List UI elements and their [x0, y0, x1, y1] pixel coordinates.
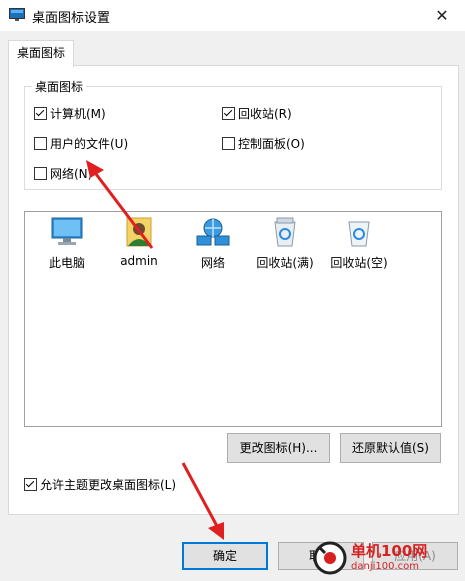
list-item-admin[interactable]: admin	[107, 216, 171, 268]
icon-list[interactable]: 此电脑 admin 网络 回收站(满) 回收站(空)	[24, 211, 442, 427]
list-item-network[interactable]: 网络	[181, 216, 245, 271]
desktop-settings-icon	[9, 8, 25, 21]
checkbox-label: 回收站(R)	[238, 106, 292, 121]
icon-label: admin	[120, 254, 158, 268]
restore-default-button[interactable]: 还原默认值(S)	[340, 433, 441, 463]
checkbox-network[interactable]: 网络(N)	[34, 164, 92, 182]
close-icon: ✕	[435, 6, 449, 25]
checkbox-box[interactable]	[222, 106, 235, 120]
checkbox-label: 用户的文件(U)	[50, 136, 129, 151]
tab-desktop-icons[interactable]: 桌面图标	[8, 40, 74, 67]
icon-label: 回收站(空)	[330, 256, 388, 270]
checkbox-box[interactable]	[222, 136, 235, 150]
ok-button[interactable]: 确定	[182, 542, 268, 570]
user-folder-icon	[126, 217, 152, 247]
checkbox-label: 计算机(M)	[50, 106, 106, 121]
tab-label: 桌面图标	[16, 46, 65, 60]
change-icon-button[interactable]: 更改图标(H)...	[227, 433, 330, 463]
icon-label: 网络	[200, 256, 225, 270]
button-label: 还原默认值(S)	[352, 441, 429, 455]
checkbox-allow-themes[interactable]: 允许主题更改桌面图标(L)	[24, 475, 176, 493]
icon-label: 回收站(满)	[256, 256, 314, 270]
checkbox-box[interactable]	[34, 166, 47, 180]
checkbox-box[interactable]	[34, 136, 47, 150]
watermark-icon	[313, 541, 347, 575]
recycle-bin-full-icon	[274, 217, 296, 247]
checkbox-box[interactable]	[24, 477, 37, 491]
checkbox-label: 允许主题更改桌面图标(L)	[40, 477, 177, 492]
checkbox-control-panel[interactable]: 控制面板(O)	[222, 134, 305, 152]
window-title: 桌面图标设置	[32, 11, 111, 26]
checkbox-recycle-bin[interactable]: 回收站(R)	[222, 104, 292, 122]
checkbox-box[interactable]	[34, 106, 47, 120]
list-item-this-pc[interactable]: 此电脑	[35, 216, 99, 271]
checkbox-label: 网络(N)	[50, 166, 93, 181]
watermark-logo: 单机100网 danji100.com	[313, 539, 463, 579]
group-label: 桌面图标	[32, 78, 87, 95]
computer-icon	[51, 217, 83, 245]
watermark-brand: 单机100网	[351, 542, 428, 560]
checkbox-label: 控制面板(O)	[238, 136, 305, 151]
network-icon	[196, 218, 230, 246]
watermark-url: danji100.com	[351, 561, 419, 572]
close-button[interactable]: ✕	[419, 0, 465, 31]
list-item-recycle-empty[interactable]: 回收站(空)	[327, 216, 391, 271]
button-label: 确定	[212, 549, 237, 563]
title-bar: 桌面图标设置 ✕	[0, 0, 465, 31]
recycle-bin-empty-icon	[348, 221, 370, 247]
checkbox-computer[interactable]: 计算机(M)	[34, 104, 106, 122]
list-item-recycle-full[interactable]: 回收站(满)	[253, 216, 317, 271]
button-label: 更改图标(H)...	[239, 441, 318, 455]
icon-label: 此电脑	[48, 256, 85, 270]
checkbox-user-files[interactable]: 用户的文件(U)	[34, 134, 128, 152]
